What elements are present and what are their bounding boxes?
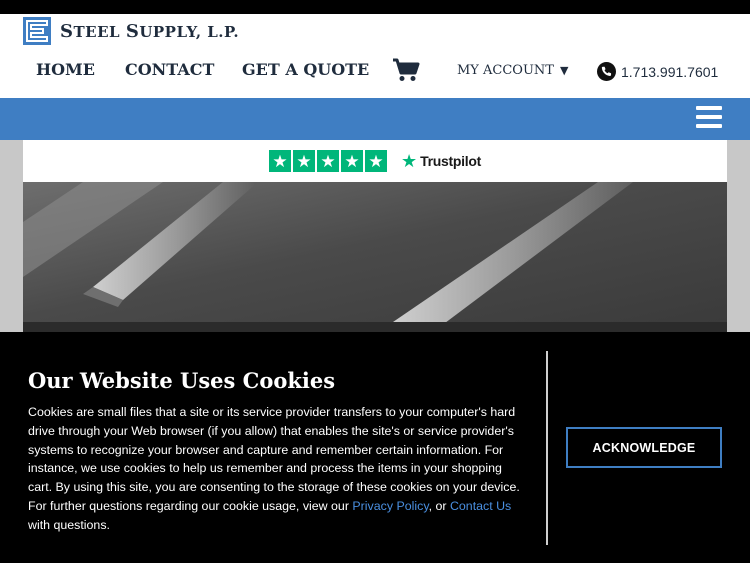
main-nav: HOME CONTACT GET A QUOTE MY ACCOUNT ▼ 1.7… [0,58,750,84]
trustpilot-rating-stars: ★ ★ ★ ★ ★ [269,150,389,172]
acknowledge-button[interactable]: ACKNOWLEDGE [566,427,722,468]
page-gutter-right [727,140,750,340]
contact-us-link[interactable]: Contact Us [450,499,511,513]
star-icon: ★ [365,150,388,172]
nav-contact-link[interactable]: CONTACT [125,60,214,79]
cookie-banner-divider [546,351,548,545]
my-account-label: MY ACCOUNT [457,63,554,78]
star-icon: ★ [341,150,364,172]
phone-number: 1.713.991.7601 [621,63,719,80]
star-icon: ★ [317,150,340,172]
nav-get-a-quote-link[interactable]: GET A QUOTE [242,60,369,79]
cookie-banner-text: Cookies are small files that a site or i… [28,405,520,532]
mobile-menu-bar [0,98,750,140]
trustpilot-logo: ★ Trustpilot [401,152,481,170]
star-icon: ★ [293,150,316,172]
nav-home-link[interactable]: HOME [36,60,95,79]
trustpilot-widget[interactable]: ★ ★ ★ ★ ★ ★ Trustpilot [23,140,727,182]
site-logo[interactable]: STEEL SUPPLY, L.P. [23,17,239,45]
steel-bars-image [23,182,727,332]
hero-image-steel-bars [23,182,727,332]
steel-supply-logo-mark-icon [23,17,51,45]
site-name: STEEL SUPPLY, L.P. [60,20,240,42]
top-strip [0,0,750,14]
shopping-cart-icon[interactable] [392,58,420,82]
trustpilot-star-icon: ★ [401,151,418,171]
site-header: STEEL SUPPLY, L.P. HOME CONTACT GET A QU… [0,14,750,98]
star-icon: ★ [269,150,292,172]
page-gutter-left [0,140,23,340]
cookie-banner-title: Our Website Uses Cookies [28,368,336,393]
phone-link[interactable]: 1.713.991.7601 [597,62,718,81]
privacy-policy-link[interactable]: Privacy Policy [352,499,428,513]
trustpilot-label: Trustpilot [420,153,481,169]
phone-icon [597,62,616,81]
chevron-down-icon: ▼ [559,64,569,77]
cookie-consent-banner: Our Website Uses Cookies Cookies are sma… [0,332,750,563]
my-account-dropdown[interactable]: MY ACCOUNT ▼ [457,63,568,78]
hamburger-menu-icon[interactable] [696,106,722,130]
